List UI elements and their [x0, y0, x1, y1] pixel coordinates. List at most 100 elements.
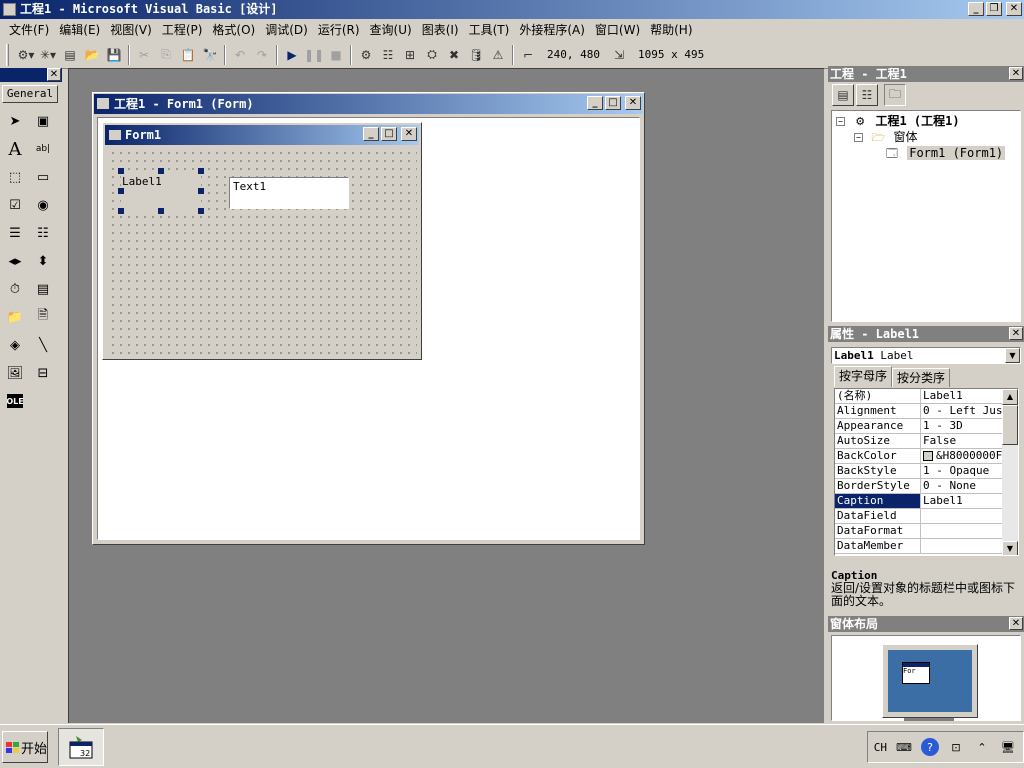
- toolbox-icon[interactable]: ✖: [443, 44, 465, 66]
- form-position-preview[interactable]: For: [902, 662, 930, 684]
- property-scrollbar[interactable]: ▲ ▼: [1002, 389, 1018, 555]
- property-row[interactable]: AutoSize False: [835, 434, 1018, 449]
- hscrollbar-tool-icon[interactable]: ◂▸: [1, 247, 29, 275]
- label1-control[interactable]: Label1: [121, 171, 201, 211]
- property-row[interactable]: DataField: [835, 509, 1018, 524]
- combobox-tool-icon[interactable]: ☰: [1, 219, 29, 247]
- view-object-icon[interactable]: ☷: [856, 84, 878, 106]
- visual-component-manager-icon[interactable]: ⚠: [487, 44, 509, 66]
- network-icon[interactable]: 🖥: [999, 738, 1017, 756]
- project-explorer-icon[interactable]: ⚙: [355, 44, 377, 66]
- show-hidden-icons-icon[interactable]: ⌃: [973, 738, 991, 756]
- frame-tool-icon[interactable]: ⬚: [1, 163, 29, 191]
- form1-design-grid[interactable]: Label1 Text1: [107, 147, 417, 355]
- object-selector-combo[interactable]: Label1 Label ▼: [831, 347, 1021, 364]
- property-row[interactable]: BackColor &H8000000F&: [835, 449, 1018, 464]
- menu-format[interactable]: 格式(O): [207, 19, 260, 41]
- property-row[interactable]: DataFormat: [835, 524, 1018, 539]
- form1-title-bar[interactable]: Form1 _ □ ✕: [105, 125, 419, 145]
- listbox-tool-icon[interactable]: ☷: [29, 219, 57, 247]
- properties-title-bar[interactable]: 属性 - Label1 ✕: [828, 326, 1024, 342]
- property-row[interactable]: BorderStyle 0 - None: [835, 479, 1018, 494]
- property-row[interactable]: Alignment0 - Left Justify: [835, 404, 1018, 419]
- designer-minimize-button[interactable]: _: [587, 96, 603, 110]
- designer-close-button[interactable]: ✕: [625, 96, 641, 110]
- form-layout-title-bar[interactable]: 窗体布局 ✕: [828, 616, 1024, 632]
- menu-file[interactable]: 文件(F): [4, 19, 54, 41]
- end-icon[interactable]: ■: [325, 44, 347, 66]
- tree-node-forms-folder[interactable]: − 🗁 窗体: [832, 129, 1020, 145]
- scroll-thumb[interactable]: [1002, 405, 1018, 445]
- commandbutton-tool-icon[interactable]: ▭: [29, 163, 57, 191]
- form1-window[interactable]: Form1 _ □ ✕ Label1 Text1: [102, 122, 422, 360]
- open-project-icon[interactable]: 📂: [81, 44, 103, 66]
- save-project-icon[interactable]: 💾: [103, 44, 125, 66]
- textbox-tool-icon[interactable]: ab|: [29, 135, 57, 163]
- filelistbox-tool-icon[interactable]: 🗎: [29, 303, 57, 331]
- copy-icon[interactable]: ⎘: [155, 44, 177, 66]
- pointer-tool-icon[interactable]: ➤: [1, 107, 29, 135]
- menu-window[interactable]: 窗口(W): [590, 19, 645, 41]
- project-explorer-close-icon[interactable]: ✕: [1009, 67, 1023, 80]
- properties-close-icon[interactable]: ✕: [1009, 327, 1023, 340]
- data-view-icon[interactable]: 🛢: [465, 44, 487, 66]
- collapse-icon[interactable]: −: [854, 133, 863, 142]
- designer-maximize-button[interactable]: □: [605, 96, 621, 110]
- dirlistbox-tool-icon[interactable]: 📁: [1, 303, 29, 331]
- general-tab[interactable]: General: [2, 85, 58, 103]
- add-project-icon[interactable]: ⚙▾: [15, 44, 37, 66]
- form-layout-icon[interactable]: ⊞: [399, 44, 421, 66]
- chevron-down-icon[interactable]: ▼: [1005, 348, 1020, 363]
- image-tool-icon[interactable]: 🖼: [1, 359, 29, 387]
- tree-node-project[interactable]: − ⚙ 工程1 (工程1): [832, 113, 1020, 129]
- taskbar-vb-item[interactable]: 32: [58, 728, 104, 766]
- resize-handle-w[interactable]: [118, 188, 124, 194]
- ime-indicator[interactable]: CH: [874, 741, 887, 754]
- menu-debug[interactable]: 调试(D): [260, 19, 313, 41]
- menu-tools[interactable]: 工具(T): [464, 19, 515, 41]
- minimize-button[interactable]: _: [968, 2, 984, 16]
- menu-edit[interactable]: 编辑(E): [54, 19, 105, 41]
- view-code-icon[interactable]: ▤: [832, 84, 854, 106]
- data-tool-icon[interactable]: ⊟: [29, 359, 57, 387]
- menu-view[interactable]: 视图(V): [105, 19, 157, 41]
- property-row[interactable]: Appearance 1 - 3D: [835, 419, 1018, 434]
- cut-icon[interactable]: ✂: [133, 44, 155, 66]
- resize-handle-e[interactable]: [198, 188, 204, 194]
- find-icon[interactable]: 🔭: [199, 44, 221, 66]
- form1-close-button[interactable]: ✕: [401, 127, 417, 141]
- menu-diagram[interactable]: 图表(I): [417, 19, 464, 41]
- optionbutton-tool-icon[interactable]: ◉: [29, 191, 57, 219]
- resize-handle-n[interactable]: [158, 168, 164, 174]
- checkbox-tool-icon[interactable]: ☑: [1, 191, 29, 219]
- timer-tool-icon[interactable]: ⏱: [1, 275, 29, 303]
- help-icon[interactable]: ?: [921, 738, 939, 756]
- object-browser-icon[interactable]: ⛭: [421, 44, 443, 66]
- menu-editor-icon[interactable]: ▤: [59, 44, 81, 66]
- menu-run[interactable]: 运行(R): [313, 19, 365, 41]
- tab-categorized[interactable]: 按分类序: [892, 368, 951, 387]
- undo-icon[interactable]: ↶: [229, 44, 251, 66]
- form-layout-close-icon[interactable]: ✕: [1009, 617, 1023, 630]
- collapse-icon[interactable]: −: [836, 117, 845, 126]
- drivelistbox-tool-icon[interactable]: ▤: [29, 275, 57, 303]
- tree-node-form1[interactable]: 🗔 Form1 (Form1): [832, 145, 1020, 161]
- ole-tool-icon[interactable]: OLE: [6, 394, 24, 408]
- text1-control[interactable]: Text1: [229, 177, 349, 209]
- menu-addins[interactable]: 外接程序(A): [514, 19, 590, 41]
- break-icon[interactable]: ❚❚: [303, 44, 325, 66]
- toolbox-close-icon[interactable]: ✕: [47, 68, 61, 81]
- start-button[interactable]: 开始: [2, 731, 48, 763]
- resize-handle-ne[interactable]: [198, 168, 204, 174]
- toolbar-grip[interactable]: [6, 43, 9, 66]
- resize-handle-s[interactable]: [158, 208, 164, 214]
- add-form-icon[interactable]: ✳▾: [37, 44, 59, 66]
- picturebox-tool-icon[interactable]: ▣: [29, 107, 57, 135]
- resize-handle-nw[interactable]: [118, 168, 124, 174]
- shape-tool-icon[interactable]: ◈: [1, 331, 29, 359]
- vb-app-icon[interactable]: [3, 3, 16, 16]
- keyboard-icon[interactable]: ⌨: [895, 738, 913, 756]
- menu-help[interactable]: 帮助(H): [645, 19, 697, 41]
- resize-handle-se[interactable]: [198, 208, 204, 214]
- main-title-bar[interactable]: 工程1 - Microsoft Visual Basic [设计] _ ❐ ✕: [0, 0, 1024, 19]
